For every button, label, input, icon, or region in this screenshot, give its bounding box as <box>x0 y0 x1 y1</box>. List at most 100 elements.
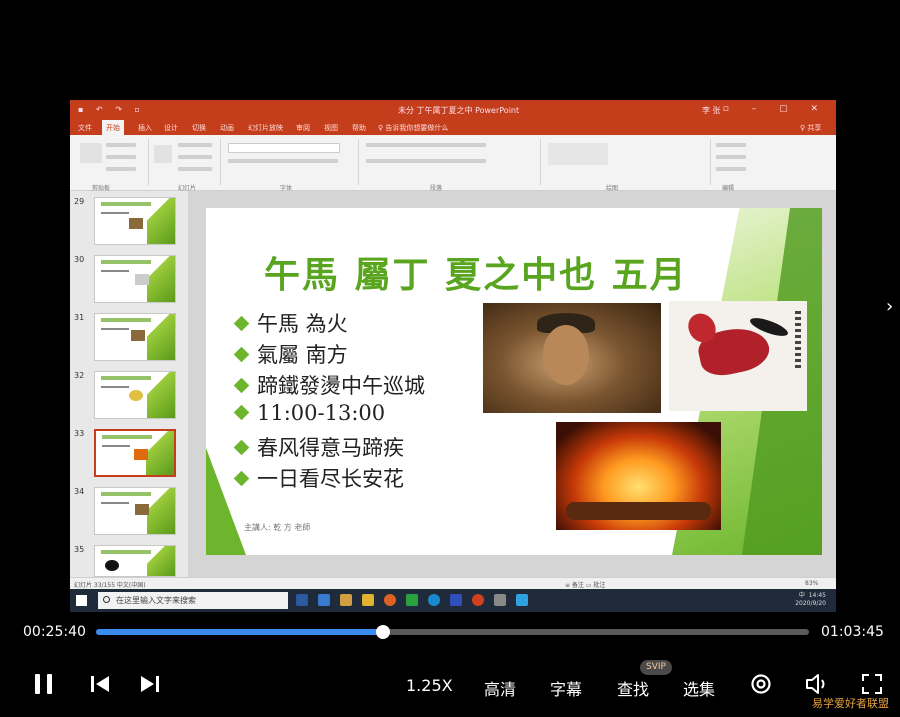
bullet-item: 蹄鐵發燙中午巡城 <box>232 370 425 401</box>
tab-review[interactable]: 审阅 <box>296 123 310 133</box>
slide-thumbnail-selected[interactable] <box>94 429 176 477</box>
warrior-photo <box>483 303 661 413</box>
quality-button[interactable]: 高清 <box>484 676 516 700</box>
settings-icon[interactable] <box>750 673 772 695</box>
speed-button[interactable]: 1.25X <box>406 676 453 695</box>
font-style-buttons[interactable] <box>228 159 338 163</box>
volume-icon[interactable] <box>805 673 831 695</box>
slide-thumbnail[interactable] <box>94 313 176 361</box>
wechat-icon[interactable] <box>406 594 418 606</box>
cut-button[interactable] <box>106 143 136 147</box>
window-titlebar: ▪ ↶ ↷ ▫ 未分 丁午属丁夏之中 PowerPoint 李 张 ▫ – ▢ … <box>70 100 836 120</box>
pause-icon[interactable] <box>35 674 53 694</box>
thumb-number: 29 <box>74 197 85 206</box>
slide-counter: 幻灯片 33/155 中文(中国) <box>74 582 146 589</box>
presenter-credit: 主講人: 乾 方 老師 <box>244 523 311 532</box>
new-slide-icon[interactable] <box>154 145 172 163</box>
share-button[interactable]: ♀ 共享 <box>800 123 821 133</box>
next-icon[interactable] <box>140 675 160 693</box>
diamond-bullet-icon <box>233 377 250 394</box>
reset-button[interactable] <box>178 155 212 159</box>
find-button[interactable] <box>716 143 746 147</box>
input-language[interactable]: 中 <box>799 592 805 599</box>
paragraph-buttons[interactable] <box>366 143 486 147</box>
tab-home[interactable]: 开始 <box>102 120 124 135</box>
diamond-bullet-icon <box>233 470 250 487</box>
firefox-icon[interactable] <box>384 594 396 606</box>
paste-icon[interactable] <box>80 143 102 163</box>
user-name: 李 张 <box>702 106 721 115</box>
current-time: 00:25:40 <box>23 624 86 640</box>
select-button[interactable] <box>716 167 746 171</box>
fullscreen-icon[interactable] <box>862 674 882 694</box>
clock-date: 2020/9/20 <box>795 600 826 607</box>
format-painter-button[interactable] <box>106 167 136 171</box>
slide-title: 午馬 屬丁 夏之中也 五月 <box>264 254 688 296</box>
tab-view[interactable]: 视图 <box>324 123 338 133</box>
previous-icon[interactable] <box>90 675 110 693</box>
tab-insert[interactable]: 插入 <box>138 123 152 133</box>
powerpoint-icon[interactable] <box>472 594 484 606</box>
tab-file[interactable]: 文件 <box>78 123 92 133</box>
copy-button[interactable] <box>106 155 136 159</box>
thumb-number: 33 <box>74 429 85 438</box>
bullet-item: 一日看尽长安花 <box>232 463 425 494</box>
edge-icon[interactable] <box>428 594 440 606</box>
thumb-number: 31 <box>74 313 85 322</box>
layout-button[interactable] <box>178 143 212 147</box>
system-tray[interactable]: 中 14:45 2020/9/20 <box>795 592 826 608</box>
bullet-item: 氣屬 南方 <box>232 339 425 370</box>
app-icon[interactable] <box>450 594 462 606</box>
store-icon[interactable] <box>340 594 352 606</box>
slide-thumbnail[interactable] <box>94 545 176 577</box>
episodes-button[interactable]: 选集 <box>683 676 715 700</box>
font-name-select[interactable] <box>228 143 340 153</box>
zoom-level[interactable]: 83% <box>805 580 818 587</box>
thumb-number: 30 <box>74 255 85 264</box>
seek-handle[interactable] <box>376 625 391 639</box>
alignment-buttons[interactable] <box>366 159 486 163</box>
bullet-item: 11:00-13:00 <box>232 401 425 432</box>
window-controls[interactable]: ▫ – ▢ ✕ <box>723 104 828 114</box>
notes-comments-buttons[interactable]: ≡ 备注 ▭ 批注 <box>565 580 605 589</box>
tab-help[interactable]: 帮助 <box>352 123 366 133</box>
windows-taskbar: 在这里输入文字来搜索 中 14:45 2020/9/20 <box>70 589 836 612</box>
tab-animations[interactable]: 动画 <box>220 123 234 133</box>
watermark: 易学爱好者联盟 <box>812 697 889 710</box>
diamond-bullet-icon <box>233 346 250 363</box>
diamond-bullet-icon <box>233 439 250 456</box>
subtitle-button[interactable]: 字幕 <box>550 676 582 700</box>
mail-icon[interactable] <box>318 594 330 606</box>
task-view-icon[interactable] <box>296 594 308 606</box>
tab-transitions[interactable]: 切换 <box>192 123 206 133</box>
clock-time: 14:45 <box>808 592 826 599</box>
app-icon[interactable] <box>516 594 528 606</box>
current-slide[interactable]: 午馬 屬丁 夏之中也 五月 午馬 為火 氣屬 南方 蹄鐵發燙中午巡城 11:00… <box>206 208 822 555</box>
replace-button[interactable] <box>716 155 746 159</box>
explorer-icon[interactable] <box>362 594 374 606</box>
tab-design[interactable]: 设计 <box>164 123 178 133</box>
taskbar-search-input[interactable]: 在这里输入文字来搜索 <box>98 592 288 609</box>
shapes-gallery[interactable] <box>548 143 608 165</box>
quick-access-toolbar[interactable]: ▪ ↶ ↷ ▫ <box>78 105 145 114</box>
section-button[interactable] <box>178 167 212 171</box>
find-button[interactable]: 查找 <box>617 676 649 700</box>
windows-start-icon[interactable] <box>76 595 87 606</box>
bullet-list: 午馬 為火 氣屬 南方 蹄鐵發燙中午巡城 11:00-13:00 春风得意马蹄疾… <box>232 308 425 494</box>
svip-badge: SVIP <box>640 660 672 675</box>
slide-thumbnail[interactable] <box>94 487 176 535</box>
tell-me-search[interactable]: ♀ 告诉我你想要做什么 <box>378 123 448 133</box>
tab-slideshow[interactable]: 幻灯片放映 <box>248 123 283 133</box>
seek-progress <box>96 629 384 635</box>
slide-thumbnail[interactable] <box>94 197 176 245</box>
app-icon[interactable] <box>494 594 506 606</box>
ribbon-tabs: 文件 开始 插入 设计 切换 动画 幻灯片放映 审阅 视图 帮助 ♀ 告诉我你想… <box>70 120 836 135</box>
video-frame: ▪ ↶ ↷ ▫ 未分 丁午属丁夏之中 PowerPoint 李 张 ▫ – ▢ … <box>70 100 836 612</box>
slide-thumbnail[interactable] <box>94 371 176 419</box>
slide-thumbnail[interactable] <box>94 255 176 303</box>
red-horse-painting <box>669 301 807 411</box>
bullet-item: 午馬 為火 <box>232 308 425 339</box>
chevron-right-icon[interactable]: › <box>886 296 893 317</box>
diamond-bullet-icon <box>233 404 250 421</box>
seek-bar[interactable] <box>96 625 809 639</box>
